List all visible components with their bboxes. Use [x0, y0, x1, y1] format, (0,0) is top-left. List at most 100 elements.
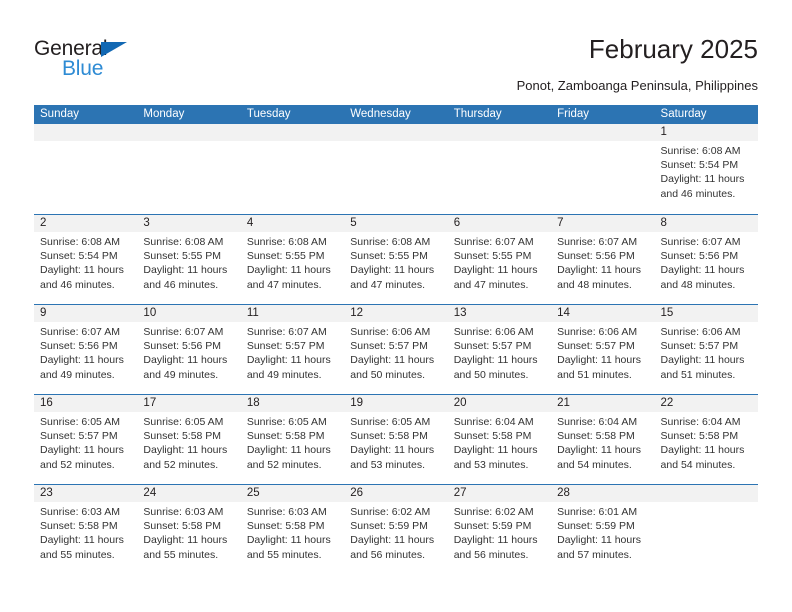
daylight-text-line1: Daylight: 11 hours: [246, 264, 331, 277]
day-cell[interactable]: [447, 124, 552, 214]
sunrise-text: Sunrise: 6:07 AM: [557, 236, 638, 248]
daylight-text-line2: and 52 minutes.: [143, 458, 219, 471]
daylight-text-line1: Daylight: 11 hours: [350, 354, 435, 367]
sunrise-text: Sunrise: 6:04 AM: [660, 416, 741, 428]
day-number: 27: [447, 485, 552, 502]
day-cell[interactable]: [551, 124, 655, 214]
day-cell[interactable]: 16 Sunrise: 6:05 AM Sunset: 5:57 PM Dayl…: [34, 395, 138, 484]
day-cell[interactable]: 20 Sunrise: 6:04 AM Sunset: 5:58 PM Dayl…: [447, 395, 552, 484]
daylight-text-line1: Daylight: 11 hours: [143, 534, 228, 547]
daylight-text-line1: Daylight: 11 hours: [143, 264, 228, 277]
sunrise-text: Sunrise: 6:04 AM: [557, 416, 638, 428]
daylight-text-line2: and 53 minutes.: [453, 458, 529, 471]
day-cell[interactable]: [137, 124, 241, 214]
day-cell[interactable]: 12 Sunrise: 6:06 AM Sunset: 5:57 PM Dayl…: [344, 305, 448, 394]
day-cell[interactable]: 27 Sunrise: 6:02 AM Sunset: 5:59 PM Dayl…: [447, 485, 552, 574]
day-cell[interactable]: 28 Sunrise: 6:01 AM Sunset: 5:59 PM Dayl…: [551, 485, 655, 574]
sunrise-text: Sunrise: 6:02 AM: [453, 506, 534, 518]
sunset-text: Sunset: 5:59 PM: [453, 520, 532, 533]
weekday-header-row: Sunday Monday Tuesday Wednesday Thursday…: [34, 105, 758, 124]
sunset-text: Sunset: 5:58 PM: [557, 430, 635, 443]
daylight-text-line2: and 46 minutes.: [143, 278, 219, 291]
weekday-monday: Monday: [143, 108, 185, 120]
sunset-text: Sunset: 5:57 PM: [246, 340, 325, 353]
page-title: February 2025: [588, 34, 758, 64]
sunset-text: Sunset: 5:58 PM: [453, 430, 532, 443]
daylight-text-line1: Daylight: 11 hours: [453, 264, 538, 277]
sunrise-text: Sunrise: 6:06 AM: [453, 326, 534, 338]
day-cell[interactable]: 13 Sunrise: 6:06 AM Sunset: 5:57 PM Dayl…: [447, 305, 552, 394]
day-cell[interactable]: 17 Sunrise: 6:05 AM Sunset: 5:58 PM Dayl…: [137, 395, 241, 484]
day-number: 25: [240, 485, 345, 502]
daylight-text-line2: and 51 minutes.: [660, 368, 736, 381]
day-cell[interactable]: 11 Sunrise: 6:07 AM Sunset: 5:57 PM Dayl…: [240, 305, 345, 394]
day-details: Sunrise: 6:06 AM Sunset: 5:57 PM Dayligh…: [344, 322, 447, 382]
weekday-friday: Friday: [557, 108, 590, 120]
day-cell[interactable]: 5 Sunrise: 6:08 AM Sunset: 5:55 PM Dayli…: [344, 215, 448, 304]
day-cell[interactable]: 1 Sunrise: 6:08 AM Sunset: 5:54 PM Dayli…: [654, 124, 758, 214]
weekday-saturday: Saturday: [660, 108, 707, 120]
daylight-text-line2: and 55 minutes.: [246, 548, 322, 561]
sunrise-text: Sunrise: 6:06 AM: [557, 326, 638, 338]
day-cell[interactable]: 18 Sunrise: 6:05 AM Sunset: 5:58 PM Dayl…: [240, 395, 345, 484]
daylight-text-line2: and 55 minutes.: [143, 548, 219, 561]
day-cell[interactable]: 10 Sunrise: 6:07 AM Sunset: 5:56 PM Dayl…: [137, 305, 241, 394]
day-details: Sunrise: 6:08 AM Sunset: 5:54 PM Dayligh…: [34, 232, 137, 292]
logo-text-blue: Blue: [62, 57, 104, 80]
day-number: [654, 485, 758, 502]
day-details: Sunrise: 6:01 AM Sunset: 5:59 PM Dayligh…: [551, 502, 654, 562]
sunset-text: Sunset: 5:55 PM: [350, 250, 428, 263]
day-cell[interactable]: [240, 124, 345, 214]
day-cell[interactable]: 7 Sunrise: 6:07 AM Sunset: 5:56 PM Dayli…: [551, 215, 655, 304]
sunrise-text: Sunrise: 6:05 AM: [40, 416, 120, 428]
day-cell[interactable]: 25 Sunrise: 6:03 AM Sunset: 5:58 PM Dayl…: [240, 485, 345, 574]
day-cell[interactable]: 21 Sunrise: 6:04 AM Sunset: 5:58 PM Dayl…: [551, 395, 655, 484]
day-cell[interactable]: 14 Sunrise: 6:06 AM Sunset: 5:57 PM Dayl…: [551, 305, 655, 394]
sunrise-text: Sunrise: 6:03 AM: [246, 506, 327, 518]
sunset-text: Sunset: 5:56 PM: [40, 340, 118, 353]
day-cell[interactable]: [654, 485, 758, 574]
sunrise-text: Sunrise: 6:05 AM: [246, 416, 327, 428]
daylight-text-line2: and 57 minutes.: [557, 548, 632, 561]
day-number: 17: [137, 395, 241, 412]
day-cell[interactable]: 23 Sunrise: 6:03 AM Sunset: 5:58 PM Dayl…: [34, 485, 138, 574]
day-cell[interactable]: 3 Sunrise: 6:08 AM Sunset: 5:55 PM Dayli…: [137, 215, 241, 304]
day-cell[interactable]: 26 Sunrise: 6:02 AM Sunset: 5:59 PM Dayl…: [344, 485, 448, 574]
sunset-text: Sunset: 5:58 PM: [246, 520, 325, 533]
weekday-thursday: Thursday: [453, 108, 502, 120]
day-cell[interactable]: 2 Sunrise: 6:08 AM Sunset: 5:54 PM Dayli…: [34, 215, 138, 304]
page-header: General Blue February 2025 Ponot, Zamboa…: [0, 0, 792, 104]
day-number: [240, 124, 345, 141]
sunrise-text: Sunrise: 6:04 AM: [453, 416, 534, 428]
daylight-text-line1: Daylight: 11 hours: [40, 444, 124, 457]
daylight-text-line1: Daylight: 11 hours: [350, 444, 435, 457]
day-cell[interactable]: [344, 124, 448, 214]
day-cell[interactable]: 15 Sunrise: 6:06 AM Sunset: 5:57 PM Dayl…: [654, 305, 758, 394]
day-cell[interactable]: 24 Sunrise: 6:03 AM Sunset: 5:58 PM Dayl…: [137, 485, 241, 574]
day-cell[interactable]: 4 Sunrise: 6:08 AM Sunset: 5:55 PM Dayli…: [240, 215, 345, 304]
daylight-text-line2: and 46 minutes.: [660, 187, 736, 200]
general-blue-logo[interactable]: General Blue: [34, 38, 174, 84]
day-cell[interactable]: 6 Sunrise: 6:07 AM Sunset: 5:55 PM Dayli…: [447, 215, 552, 304]
sunset-text: Sunset: 5:58 PM: [660, 430, 739, 443]
day-cell[interactable]: 22 Sunrise: 6:04 AM Sunset: 5:58 PM Dayl…: [654, 395, 758, 484]
day-details: Sunrise: 6:08 AM Sunset: 5:55 PM Dayligh…: [344, 232, 447, 292]
daylight-text-line1: Daylight: 11 hours: [557, 264, 641, 277]
daylight-text-line2: and 49 minutes.: [143, 368, 219, 381]
day-cell[interactable]: 9 Sunrise: 6:07 AM Sunset: 5:56 PM Dayli…: [34, 305, 138, 394]
sunset-text: Sunset: 5:57 PM: [40, 430, 118, 443]
day-number: 18: [240, 395, 345, 412]
sunrise-text: Sunrise: 6:05 AM: [350, 416, 431, 428]
day-details: Sunrise: 6:02 AM Sunset: 5:59 PM Dayligh…: [344, 502, 447, 562]
day-number: 22: [654, 395, 758, 412]
day-details: [34, 141, 137, 144]
day-cell[interactable]: 8 Sunrise: 6:07 AM Sunset: 5:56 PM Dayli…: [654, 215, 758, 304]
sunset-text: Sunset: 5:58 PM: [143, 520, 222, 533]
day-cell[interactable]: [34, 124, 138, 214]
calendar-grid: Sunday Monday Tuesday Wednesday Thursday…: [34, 105, 758, 574]
day-cell[interactable]: 19 Sunrise: 6:05 AM Sunset: 5:58 PM Dayl…: [344, 395, 448, 484]
day-number: [137, 124, 241, 141]
day-number: 11: [240, 305, 345, 322]
sunset-text: Sunset: 5:58 PM: [246, 430, 325, 443]
sunset-text: Sunset: 5:57 PM: [453, 340, 532, 353]
